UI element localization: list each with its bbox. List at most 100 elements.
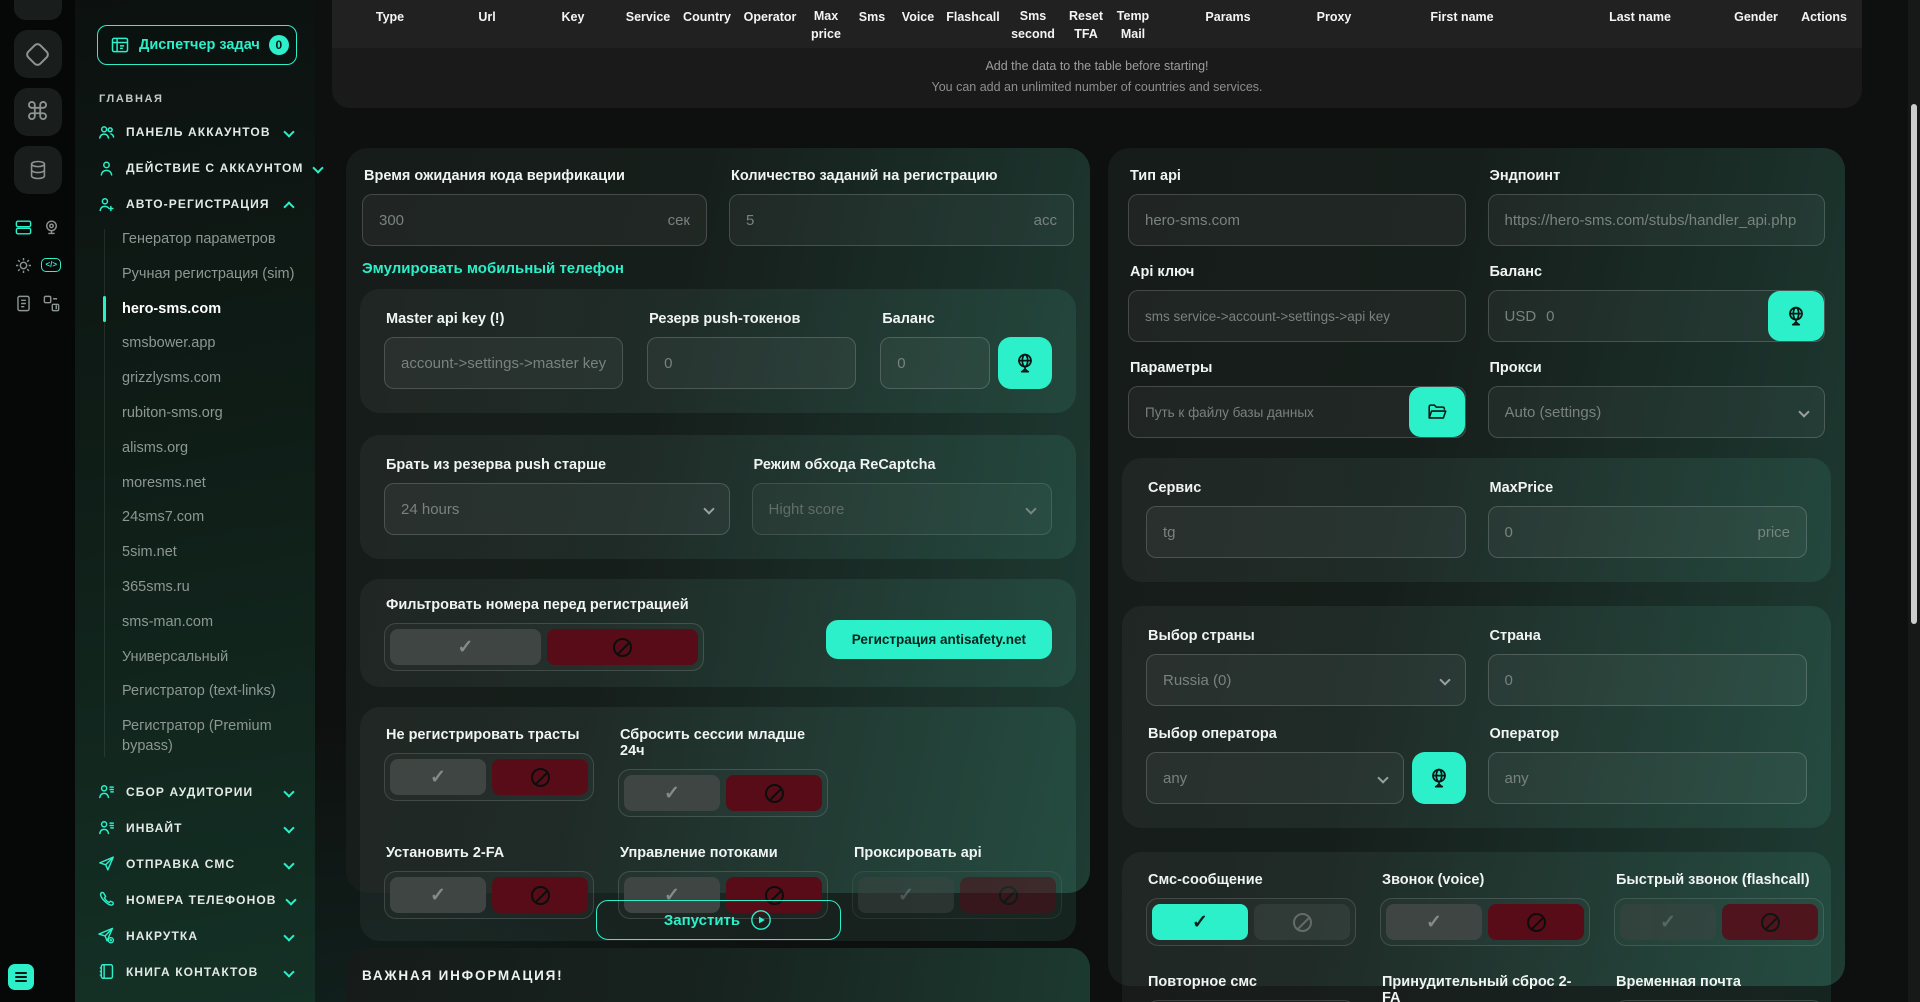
service-value: tg [1163, 524, 1176, 541]
params-input[interactable]: Путь к файлу базы данных [1128, 386, 1466, 438]
recaptcha-mode-select[interactable]: Hight score [752, 483, 1052, 535]
command-button[interactable]: ⌘ [14, 88, 62, 136]
sidebar-subitem-moresms[interactable]: moresms.net [122, 473, 297, 493]
sidebar-subitem-grizzlysms[interactable]: grizzlysms.com [122, 368, 297, 388]
task-count-input[interactable]: 5 acc [729, 194, 1074, 246]
bottom-apps-button[interactable] [8, 964, 34, 990]
proxy-select[interactable]: Auto (settings) [1488, 386, 1826, 438]
voice-call-toggle[interactable]: ✓ [1380, 898, 1590, 946]
master-api-key-label: Master api key (!) [386, 311, 621, 327]
filter-card: Фильтровать номера перед регистрацией ✓ … [360, 579, 1076, 687]
reset-sessions-toggle[interactable]: ✓ [618, 769, 828, 817]
sidebar-subitem-universal[interactable]: Универсальный [122, 647, 297, 667]
operator-select-label: Выбор оператора [1148, 726, 1464, 742]
launch-row: Запустить [346, 900, 1090, 940]
sidebar-subitem-registrator-premium[interactable]: Регистратор (Premium bypass) [122, 716, 297, 757]
flashcall-toggle[interactable]: ✓ [1614, 898, 1824, 946]
partial-app-button[interactable] [14, 0, 62, 20]
layout-split-icon[interactable] [40, 292, 62, 314]
sidebar-subitem-generator[interactable]: Генератор параметров [122, 229, 297, 249]
sidebar-subitem-365sms[interactable]: 365sms.ru [122, 577, 297, 597]
field-proxy: Прокси Auto (settings) [1488, 356, 1826, 438]
users-icon [97, 123, 116, 142]
document-icon[interactable] [13, 292, 35, 314]
api-type-label: Тип api [1130, 168, 1464, 184]
sms-message-toggle[interactable]: ✓ [1146, 898, 1356, 946]
no-trusts-label: Не регистрировать трасты [386, 727, 592, 743]
antisafety-registration-button[interactable]: Регистрация antisafety.net [826, 620, 1052, 659]
no-trusts-toggle[interactable]: ✓ [384, 753, 594, 801]
check-option[interactable]: ✓ [390, 629, 541, 665]
code-icon[interactable]: </> [40, 254, 62, 276]
ban-option[interactable] [547, 629, 698, 665]
ban-option[interactable] [1488, 904, 1584, 940]
max-price-input[interactable]: 0 price [1488, 506, 1808, 558]
task-manager-button[interactable]: Диспетчер задач 0 [97, 25, 297, 65]
column-header-first-name: First name [1430, 10, 1493, 24]
operator-select[interactable]: any [1146, 752, 1404, 804]
gear-icon[interactable] [13, 254, 35, 276]
params-folder-button[interactable] [1409, 387, 1465, 437]
launch-button[interactable]: Запустить [596, 900, 841, 940]
sidebar-item-audience[interactable]: СБОР АУДИТОРИИ [97, 781, 297, 803]
balance-globe-button[interactable] [998, 337, 1052, 389]
sidebar-subitem-manual-sim[interactable]: Ручная регистрация (sim) [122, 264, 297, 284]
gem-button[interactable] [14, 30, 62, 78]
sidebar-subitem-24sms7[interactable]: 24sms7.com [122, 507, 297, 527]
push-reserve-value: 0 [664, 355, 672, 372]
endpoint-input[interactable]: https://hero-sms.com/stubs/handler_api.p… [1488, 194, 1826, 246]
filter-numbers-toggle[interactable]: ✓ [384, 623, 704, 671]
ban-option[interactable] [492, 759, 588, 795]
sidebar-subitem-sms-man[interactable]: sms-man.com [122, 612, 297, 632]
sidebar-subitem-alisms[interactable]: alisms.org [122, 438, 297, 458]
country-select[interactable]: Russia (0) [1146, 654, 1466, 706]
balance-input[interactable]: USD 0 [1488, 290, 1826, 342]
balance-globe-button[interactable] [1768, 291, 1824, 341]
balance-value: 0 [897, 355, 905, 372]
sidebar-item-auto-registration[interactable]: АВТО-РЕГИСТРАЦИЯ [97, 193, 297, 215]
icon-rail: ⌘ </> [0, 0, 75, 1002]
sidebar-subitem-rubiton[interactable]: rubiton-sms.org [122, 403, 297, 423]
balance-label: Баланс [882, 311, 1050, 327]
operator-globe-button[interactable] [1412, 752, 1466, 804]
sidebar-subitem-hero-sms[interactable]: hero-sms.com [122, 299, 297, 319]
check-option[interactable]: ✓ [624, 775, 720, 811]
params-label: Параметры [1130, 360, 1464, 376]
country-code-input[interactable]: 0 [1488, 654, 1808, 706]
launch-label: Запустить [664, 912, 740, 929]
check-option[interactable]: ✓ [1152, 904, 1248, 940]
api-key-input[interactable]: sms service->account->settings->api key [1128, 290, 1466, 342]
nav-label: ОТПРАВКА СМС [126, 857, 235, 871]
webcam-icon[interactable] [40, 216, 62, 238]
sidebar-item-phone-numbers[interactable]: НОМЕРА ТЕЛЕФОНОВ [97, 889, 297, 911]
sidebar-item-contacts-book[interactable]: КНИГА КОНТАКТОВ [97, 961, 297, 983]
operator-input[interactable]: any [1488, 752, 1808, 804]
sidebar-subitem-smsbower[interactable]: smsbower.app [122, 333, 297, 353]
sidebar-item-account-action[interactable]: ДЕЙСТВИЕ С АККАУНТОМ [97, 157, 297, 179]
service-input[interactable]: tg [1146, 506, 1466, 558]
ban-option[interactable] [726, 775, 822, 811]
server-icon[interactable] [13, 216, 35, 238]
sidebar-item-send-sms[interactable]: ОТПРАВКА СМС [97, 853, 297, 875]
sidebar-subitem-5sim[interactable]: 5sim.net [122, 542, 297, 562]
wait-time-input[interactable]: 300 сек [362, 194, 707, 246]
balance-input[interactable]: 0 [880, 337, 990, 389]
task-manager-label: Диспетчер задач [139, 37, 260, 53]
sidebar-item-boost[interactable]: НАКРУТКА [97, 925, 297, 947]
sidebar-item-invite[interactable]: ИНВАЙТ [97, 817, 297, 839]
ban-option[interactable] [1722, 904, 1818, 940]
operator-label: Оператор [1490, 726, 1806, 742]
check-option[interactable]: ✓ [1620, 904, 1716, 940]
sidebar-subitem-registrator-textlinks[interactable]: Регистратор (text-links) [122, 681, 297, 701]
sidebar-item-accounts-panel[interactable]: ПАНЕЛЬ АККАУНТОВ [97, 121, 297, 143]
push-reserve-input[interactable]: 0 [647, 337, 856, 389]
database-button[interactable] [14, 146, 62, 194]
ban-option[interactable] [1254, 904, 1350, 940]
check-option[interactable]: ✓ [1386, 904, 1482, 940]
emulate-phone-link[interactable]: Эмулировать мобильный телефон [362, 260, 624, 277]
scrollbar-thumb[interactable] [1911, 104, 1917, 624]
master-api-key-input[interactable]: account->settings->master key [384, 337, 623, 389]
api-type-input[interactable]: hero-sms.com [1128, 194, 1466, 246]
push-age-select[interactable]: 24 hours [384, 483, 730, 535]
check-option[interactable]: ✓ [390, 759, 486, 795]
